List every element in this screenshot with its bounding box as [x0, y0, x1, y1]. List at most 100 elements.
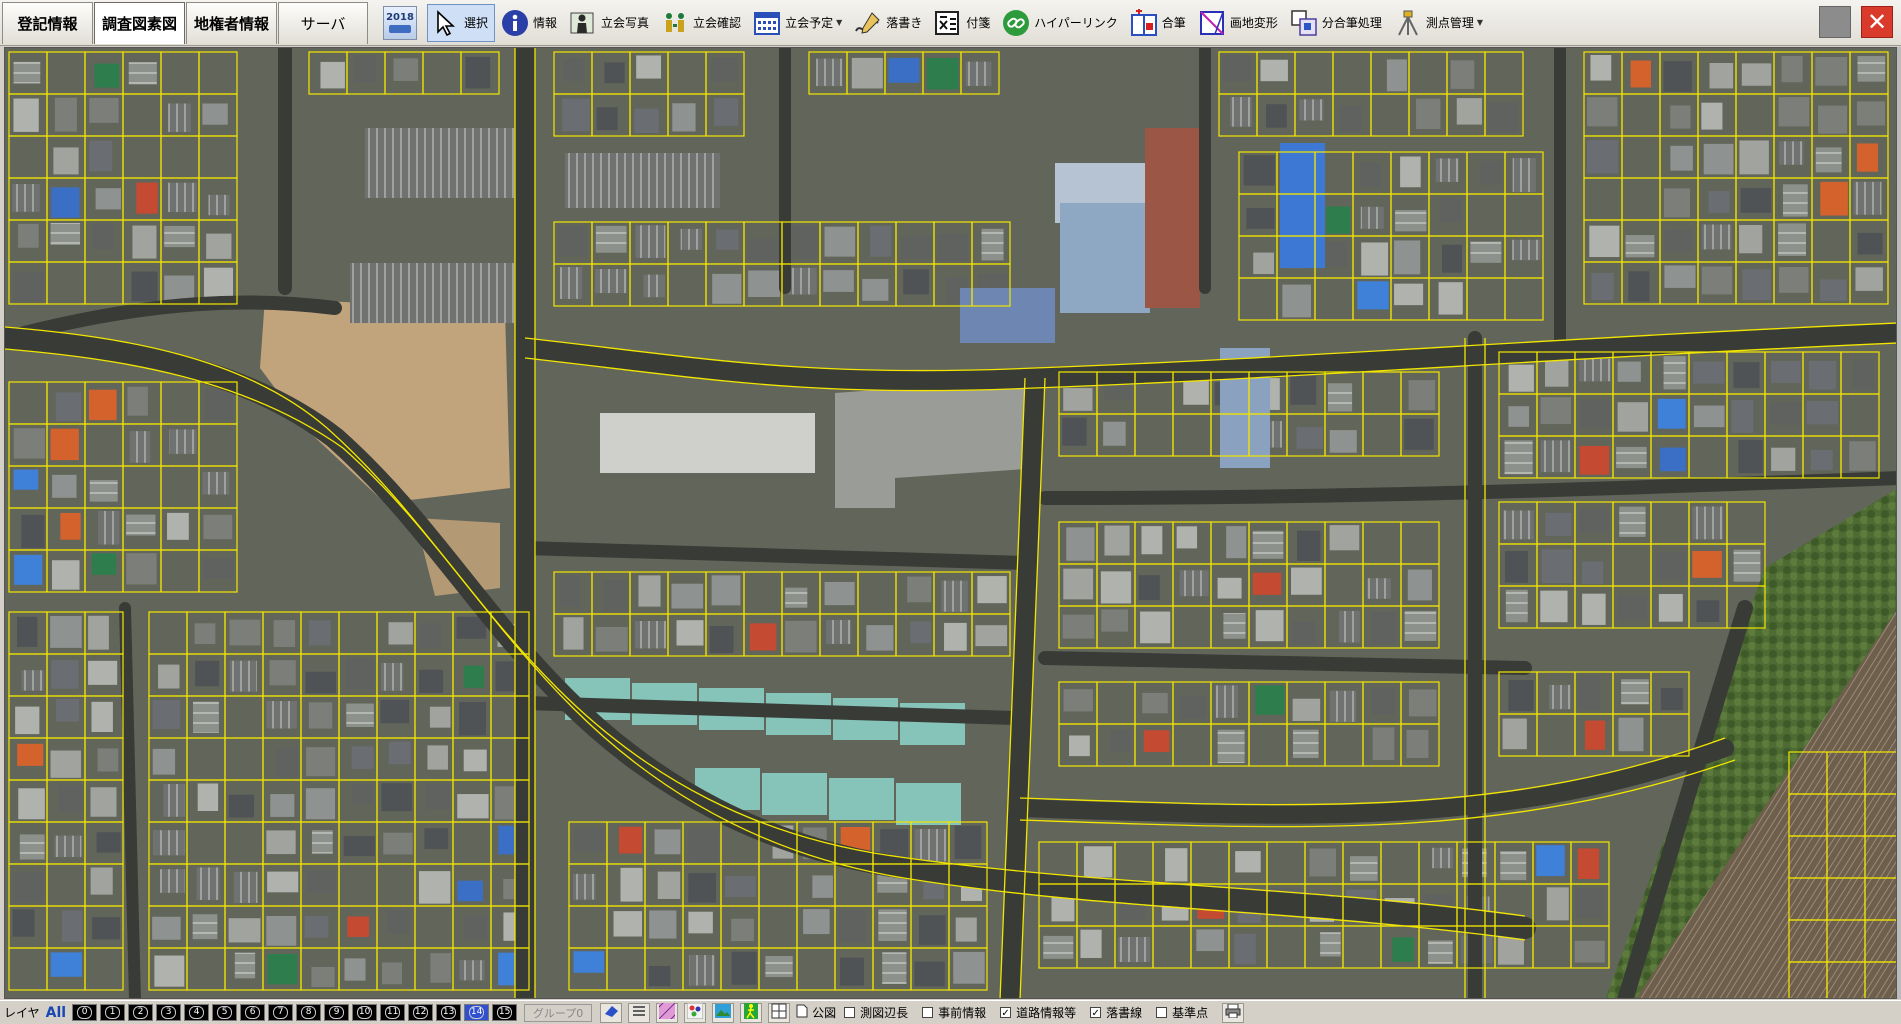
info-tool-button[interactable]: 情報: [497, 4, 563, 42]
chevron-down-icon[interactable]: ▼: [836, 18, 842, 27]
kouzu-toggle[interactable]: 公図: [796, 1004, 836, 1021]
layer-button-14[interactable]: 14: [464, 1004, 490, 1021]
aerial-map-view[interactable]: [4, 47, 1897, 999]
tab-survey-map[interactable]: 調査図素図: [94, 1, 185, 44]
checkbox-box: ✓: [1000, 1007, 1012, 1019]
scribble-pen-icon: [854, 9, 882, 37]
layer-button-7[interactable]: 7: [268, 1004, 294, 1021]
layer-number: 9: [329, 1006, 345, 1019]
layer-button-12[interactable]: 12: [408, 1004, 434, 1021]
info-icon: [501, 9, 529, 37]
sticky-note-button[interactable]: 付箋: [930, 4, 996, 42]
photo-layer-button[interactable]: [712, 1002, 735, 1023]
tab-landowner-info[interactable]: 地権者情報: [186, 1, 277, 44]
layer-button-2[interactable]: 2: [128, 1004, 154, 1021]
layer-button-15[interactable]: 15: [492, 1004, 518, 1021]
layer-label: レイヤ: [4, 1006, 40, 1020]
grid-layer-button[interactable]: [768, 1002, 791, 1023]
layer-number: 11: [385, 1006, 401, 1019]
brick-building: [1145, 128, 1200, 308]
prior-info-checkbox[interactable]: 事前情報: [922, 1004, 986, 1021]
tab-registration-info[interactable]: 登記情報: [2, 1, 93, 44]
checkbox-label: 落書線: [1106, 1006, 1143, 1020]
layer-button-5[interactable]: 5: [212, 1004, 238, 1021]
person-layer-button[interactable]: [740, 1002, 763, 1023]
survey-edge-length-checkbox[interactable]: 測図辺長: [844, 1004, 908, 1021]
layer-number: 1: [105, 1006, 121, 1019]
merge-plot-icon: [1130, 8, 1158, 37]
layer-number: 7: [273, 1006, 289, 1019]
hatch-icon: [654, 998, 680, 1024]
layer-number: 8: [301, 1006, 317, 1019]
layer-number: 14: [469, 1006, 485, 1019]
layer-button-13[interactable]: 13: [436, 1004, 462, 1021]
split-merge-button[interactable]: 分合筆処理: [1286, 4, 1388, 42]
layer-button-4[interactable]: 4: [184, 1004, 210, 1021]
eraser-tool-button[interactable]: [600, 1002, 623, 1023]
layer-button-3[interactable]: 3: [156, 1004, 182, 1021]
layer-button-9[interactable]: 9: [324, 1004, 350, 1021]
checkbox-box: ✓: [1090, 1007, 1102, 1019]
layer-button-1[interactable]: 1: [100, 1004, 126, 1021]
scribble-tool-label: 落書き: [886, 16, 923, 30]
group-selector[interactable]: グループ0: [524, 1003, 593, 1022]
restore-button[interactable]: [1819, 6, 1851, 38]
witness-photo-button[interactable]: 立会写真: [565, 4, 655, 42]
layer-button-11[interactable]: 11: [380, 1004, 406, 1021]
witness-schedule-button[interactable]: 立会予定 ▼: [749, 4, 848, 42]
list-tool-button[interactable]: [628, 1002, 651, 1023]
map-scrollbar[interactable]: [1897, 47, 1901, 999]
checkbox-label: 基準点: [1172, 1006, 1209, 1020]
transform-plot-icon: [1198, 9, 1226, 37]
select-tool-label: 選択: [464, 16, 489, 30]
calendar-icon: [753, 9, 781, 37]
close-icon: ✕: [1866, 8, 1888, 36]
merge-parcel-label: 合筆: [1161, 16, 1186, 30]
survey-point-manager-label: 測点管理: [1425, 16, 1474, 30]
layer-number: 5: [217, 1006, 233, 1019]
road-info-checkbox[interactable]: ✓ 道路情報等: [1000, 1004, 1076, 1021]
checkbox-box: [922, 1007, 934, 1018]
layer-button-8[interactable]: 8: [296, 1004, 322, 1021]
layer-number: 12: [413, 1006, 429, 1019]
layer-button-0[interactable]: 0: [72, 1004, 98, 1021]
people-confirm-icon: [661, 9, 689, 37]
checkbox-label: 道路情報等: [1016, 1006, 1077, 1020]
print-button[interactable]: [1222, 1002, 1245, 1023]
select-tool-button[interactable]: 選択: [427, 3, 496, 42]
layer-button-10[interactable]: 10: [352, 1004, 378, 1021]
year-selector-button[interactable]: 2018: [383, 5, 417, 40]
witness-photo-label: 立会写真: [601, 16, 650, 30]
map-canvas[interactable]: [5, 48, 1897, 999]
survey-tripod-icon: [1394, 9, 1422, 37]
checkbox-box: [844, 1007, 856, 1018]
layer-style-button[interactable]: [684, 1002, 707, 1023]
chevron-down-icon[interactable]: ▼: [1477, 18, 1483, 27]
info-tool-label: 情報: [533, 16, 558, 30]
printer-icon: [1225, 1003, 1241, 1021]
witness-confirm-button[interactable]: 立会確認: [657, 4, 747, 42]
apartment-building: [365, 128, 515, 198]
hatch-tool-button[interactable]: [654, 998, 680, 1024]
scribble-tool-button[interactable]: 落書き: [850, 4, 928, 42]
layer-button-6[interactable]: 6: [240, 1004, 266, 1021]
layer-all-toggle[interactable]: All: [46, 1005, 66, 1021]
merge-parcel-button[interactable]: 合筆: [1126, 4, 1192, 42]
image-icon: [715, 1004, 732, 1021]
hyperlink-button[interactable]: ハイパーリンク: [998, 4, 1124, 42]
close-button[interactable]: ✕: [1861, 6, 1893, 38]
layer-number: 10: [357, 1006, 373, 1019]
cursor-arrow-icon: [432, 9, 460, 37]
scribble-line-checkbox[interactable]: ✓ 落書線: [1090, 1004, 1142, 1021]
walking-person-icon: [744, 1003, 759, 1022]
layer-status-bar: レイヤ All 0 1 2 3 4 5 6 7 8 9 10 11 12 13 14 15 グループ0 公図 …: [0, 998, 1901, 1024]
control-point-checkbox[interactable]: 基準点: [1156, 1004, 1208, 1021]
layer-number: 13: [441, 1006, 457, 1019]
tab-server[interactable]: サーバ: [278, 1, 368, 44]
survey-point-manager-button[interactable]: 測点管理 ▼: [1390, 4, 1489, 42]
layer-number: 0: [77, 1006, 93, 1019]
hyperlink-label: ハイパーリンク: [1034, 16, 1118, 30]
window-controls: ✕: [1819, 6, 1893, 38]
transform-parcel-button[interactable]: 画地変形: [1194, 4, 1284, 42]
witness-confirm-label: 立会確認: [693, 16, 742, 30]
